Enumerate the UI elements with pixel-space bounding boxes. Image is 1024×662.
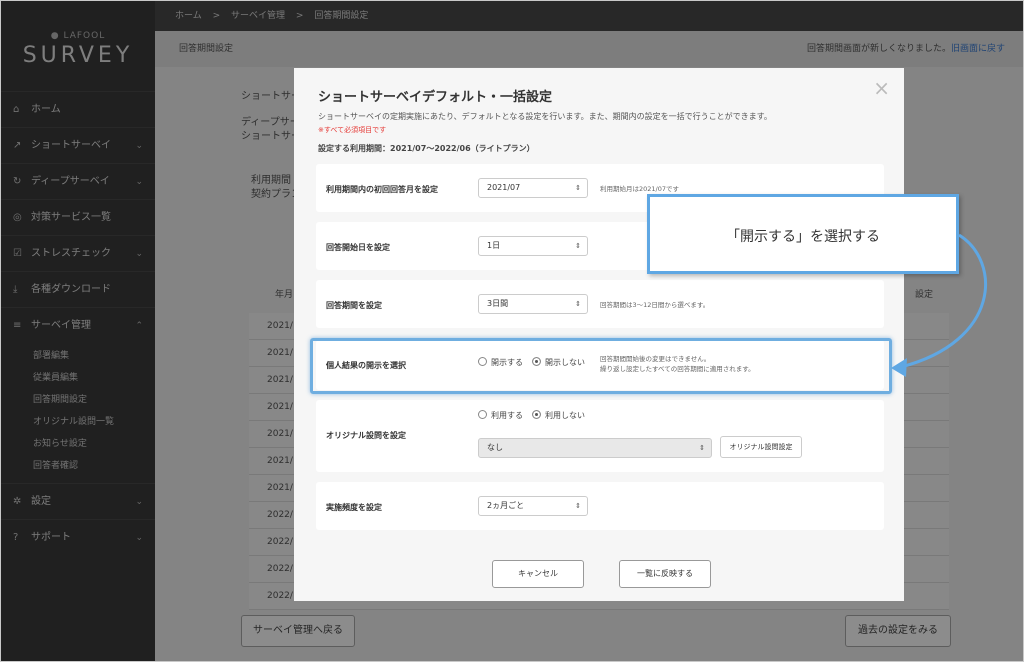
- callout-arrow-icon: [891, 233, 987, 377]
- screen: ● LAFOOL SURVEY ⌂ ホーム ↗ ショートサーベイ ⌄ ↻ ディープサーベ…: [0, 0, 1024, 662]
